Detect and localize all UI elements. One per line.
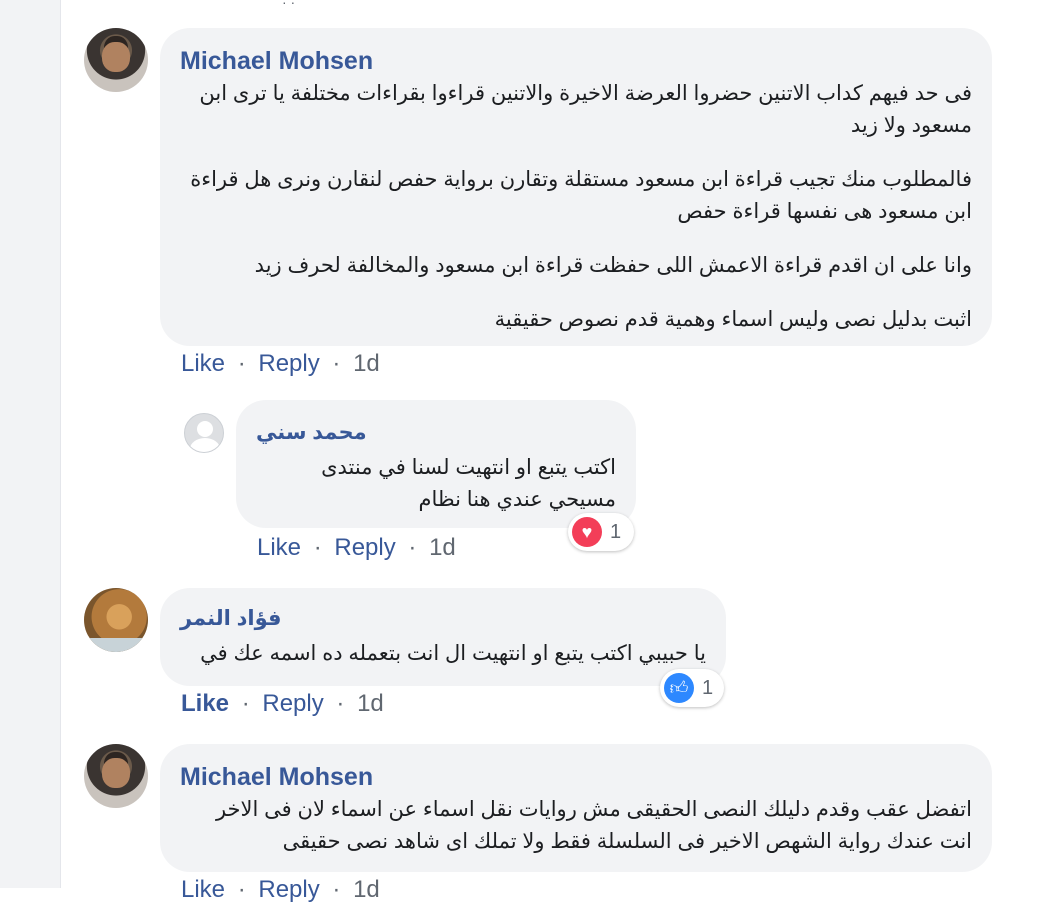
comment-bubble: فؤاد النمر يا حبيبي اكتب يتبع او انتهيت … [160,588,726,697]
comment-author[interactable]: محمد سني [256,418,616,448]
timestamp[interactable]: 1d [357,690,384,717]
comment-paragraph: وانا على ان اقدم قراءة الاعمش اللى حفظت … [254,254,972,277]
like-link[interactable]: Like [181,350,225,377]
comment-actions: Like · Reply · 1d [257,534,456,562]
thumbs-up-icon: 👍︎ [664,673,694,703]
timestamp[interactable]: 1d [353,350,380,377]
comment-actions: Like · Reply · 1d [181,876,380,904]
avatar[interactable] [84,588,148,652]
like-link[interactable]: Like [257,534,301,561]
left-rail [0,0,61,888]
separator: · [237,876,246,903]
separator: · [332,350,341,377]
timestamp[interactable]: 1d [353,876,380,903]
comment-text: اكتب يتبع او انتهيت لسنا في منتدى مسيحي … [321,456,616,511]
like-link[interactable]: Like [181,876,225,903]
reply-link[interactable]: Reply [258,350,319,377]
reply-link[interactable]: Reply [258,876,319,903]
separator: · [336,690,345,717]
comment-bubble: Michael Mohsen فى حد فيهم كداب الاتنين ح… [160,28,992,346]
comment-paragraph: فى حد فيهم كداب الاتنين حضروا العرضة الا… [199,82,972,137]
avatar[interactable] [84,744,148,808]
comment-actions: Like · Reply · 1d [181,350,380,378]
reaction-count[interactable]: 👍︎ 1 [660,669,724,707]
separator: · [408,534,417,561]
reaction-count[interactable]: ♥ 1 [568,513,634,551]
comment-bubble: محمد سني اكتب يتبع او انتهيت لسنا في منت… [236,400,636,528]
separator: · [332,876,341,903]
comment-bubble: Michael Mohsen اتفضل عقب وقدم دليلك النص… [160,744,992,872]
comment-actions: Like · Reply · 1d [181,690,384,718]
avatar[interactable] [184,413,224,453]
reaction-count-value: 1 [610,520,622,543]
like-link[interactable]: Like [181,690,229,717]
comment-author[interactable]: Michael Mohsen [180,46,972,76]
comment-paragraph: فالمطلوب منك تجيب قراءة ابن مسعود مستقلة… [190,168,972,223]
timestamp[interactable]: 1d [429,534,456,561]
separator: · [237,350,246,377]
heart-icon: ♥ [572,517,602,547]
comment-text: اتفضل عقب وقدم دليلك النصى الحقيقى مش رو… [215,798,972,853]
previous-comment-actions-fragment: · · [282,0,296,10]
separator: · [241,690,250,717]
separator: · [313,534,322,561]
comment-author[interactable]: Michael Mohsen [180,762,972,792]
reply-link[interactable]: Reply [262,690,323,717]
reaction-count-value: 1 [702,676,714,699]
avatar[interactable] [84,28,148,92]
comment-paragraph: اثبت بدليل نصى وليس اسماء وهمية قدم نصوص… [494,308,972,331]
comment-text: فى حد فيهم كداب الاتنين حضروا العرضة الا… [180,78,972,336]
comment-author[interactable]: فؤاد النمر [180,604,706,634]
reply-link[interactable]: Reply [334,534,395,561]
